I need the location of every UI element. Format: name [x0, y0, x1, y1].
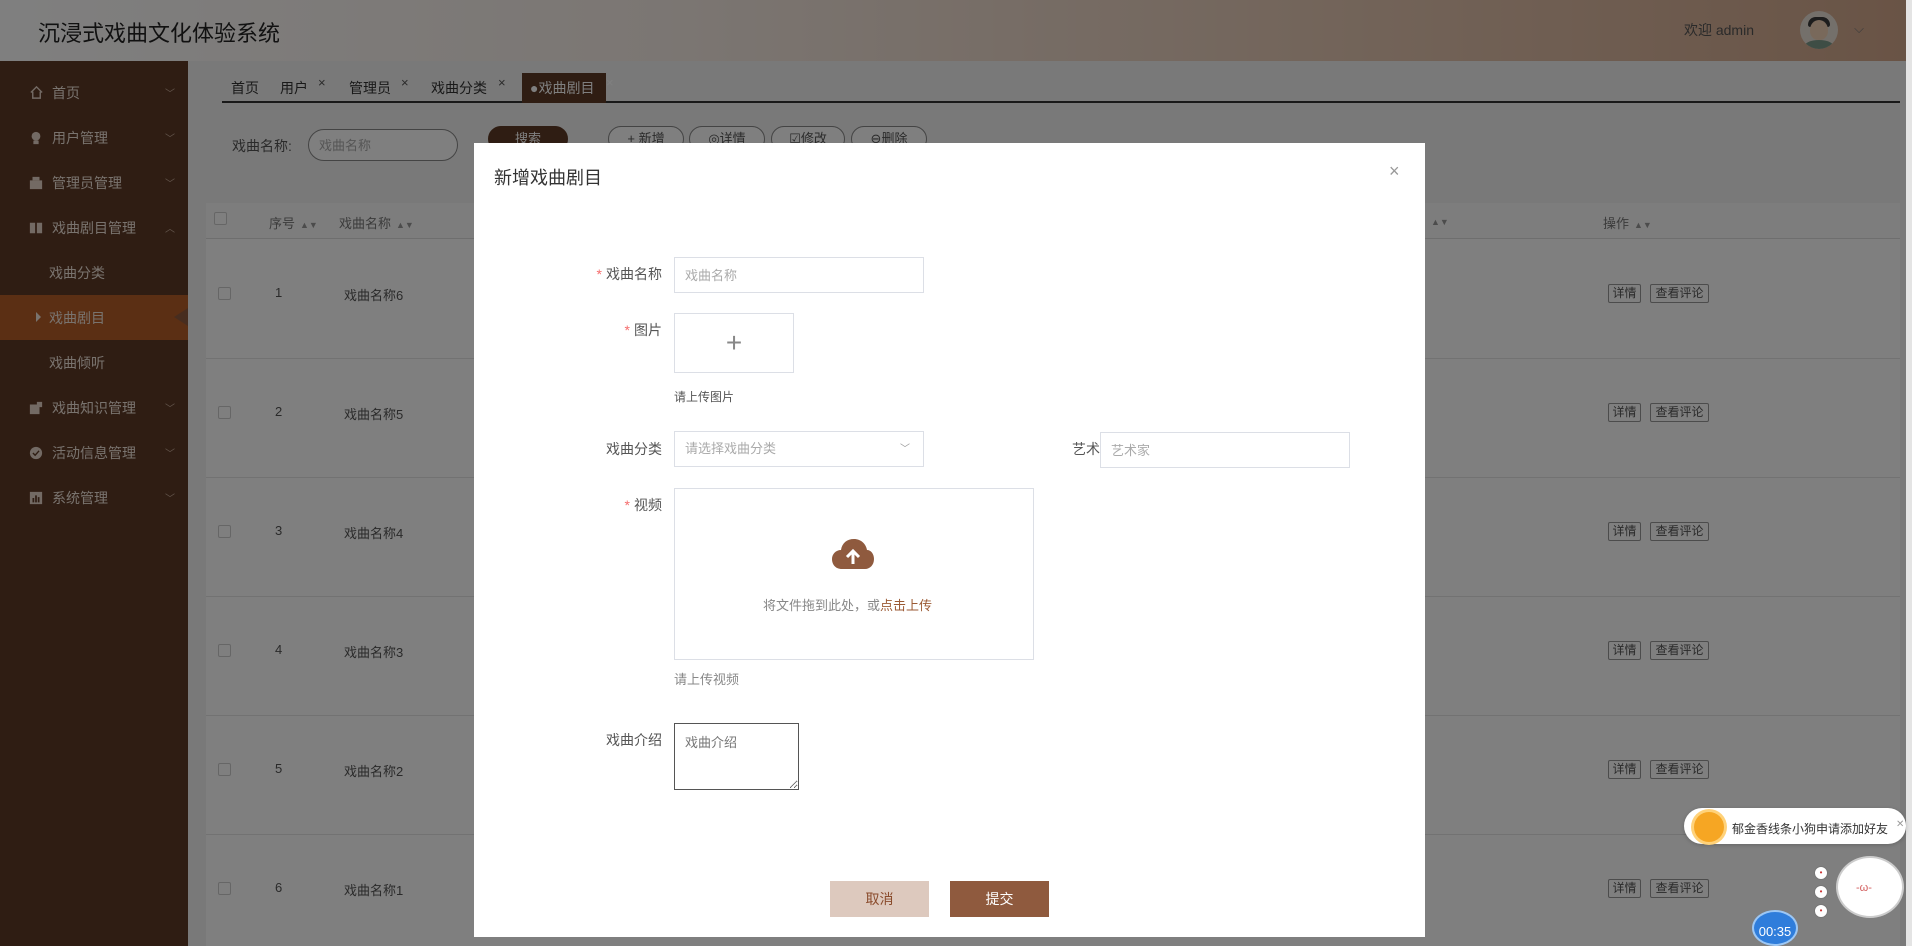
- add-repertoire-dialog: 新增戏曲剧目 × *戏曲名称 *图片 + 请上传图片 戏曲分类 请选择戏曲分类 …: [474, 143, 1425, 937]
- image-uploader[interactable]: +: [674, 313, 794, 373]
- shortcut-icon[interactable]: •: [1814, 866, 1828, 880]
- scrollbar[interactable]: [1906, 0, 1912, 946]
- close-icon[interactable]: ×: [1389, 161, 1400, 182]
- category-select[interactable]: 请选择戏曲分类 ﹀: [674, 431, 924, 467]
- submit-button[interactable]: 提交: [950, 881, 1049, 917]
- name-input[interactable]: [674, 257, 924, 293]
- video-dropzone[interactable]: 将文件拖到此处，或点击上传: [674, 488, 1034, 660]
- intro-textarea[interactable]: [674, 723, 799, 790]
- shortcut-icon[interactable]: •: [1814, 885, 1828, 899]
- required-mark: *: [596, 266, 602, 282]
- mascot-face: -ω-: [1856, 882, 1872, 894]
- plus-icon: +: [725, 327, 743, 358]
- name-label: * 戏曲名称: [596, 266, 662, 282]
- video-label: * 视频: [624, 497, 662, 513]
- shortcut-icon[interactable]: •: [1814, 904, 1828, 918]
- artist-input[interactable]: [1100, 432, 1350, 468]
- image-hint: 请上传图片: [674, 390, 735, 404]
- intro-label: 戏曲介绍: [606, 732, 662, 748]
- dialog-title: 新增戏曲剧目: [494, 168, 602, 188]
- recording-timer[interactable]: 00:35: [1752, 910, 1798, 946]
- cancel-button[interactable]: 取消: [830, 881, 929, 917]
- notification-text: 郁金香线条小狗申请添加好友: [1732, 822, 1889, 836]
- video-hint: 请上传视频: [674, 672, 740, 687]
- cloud-upload-icon: [832, 539, 874, 569]
- close-icon[interactable]: ✕: [1896, 819, 1904, 830]
- click-upload-link[interactable]: 点击上传: [880, 598, 932, 613]
- category-label: 戏曲分类: [606, 441, 662, 457]
- required-mark: *: [624, 497, 630, 513]
- sun-icon: [1694, 812, 1724, 842]
- dropzone-text: 将文件拖到此处，或点击上传: [763, 598, 933, 613]
- category-select-value: 请选择戏曲分类: [685, 441, 777, 456]
- required-mark: *: [624, 322, 630, 338]
- image-label: * 图片: [624, 322, 662, 338]
- friend-request-notification[interactable]: 郁金香线条小狗申请添加好友 ✕: [1684, 808, 1906, 844]
- mascot-widget[interactable]: -ω-: [1836, 856, 1904, 918]
- chevron-down-icon: ﹀: [900, 444, 910, 455]
